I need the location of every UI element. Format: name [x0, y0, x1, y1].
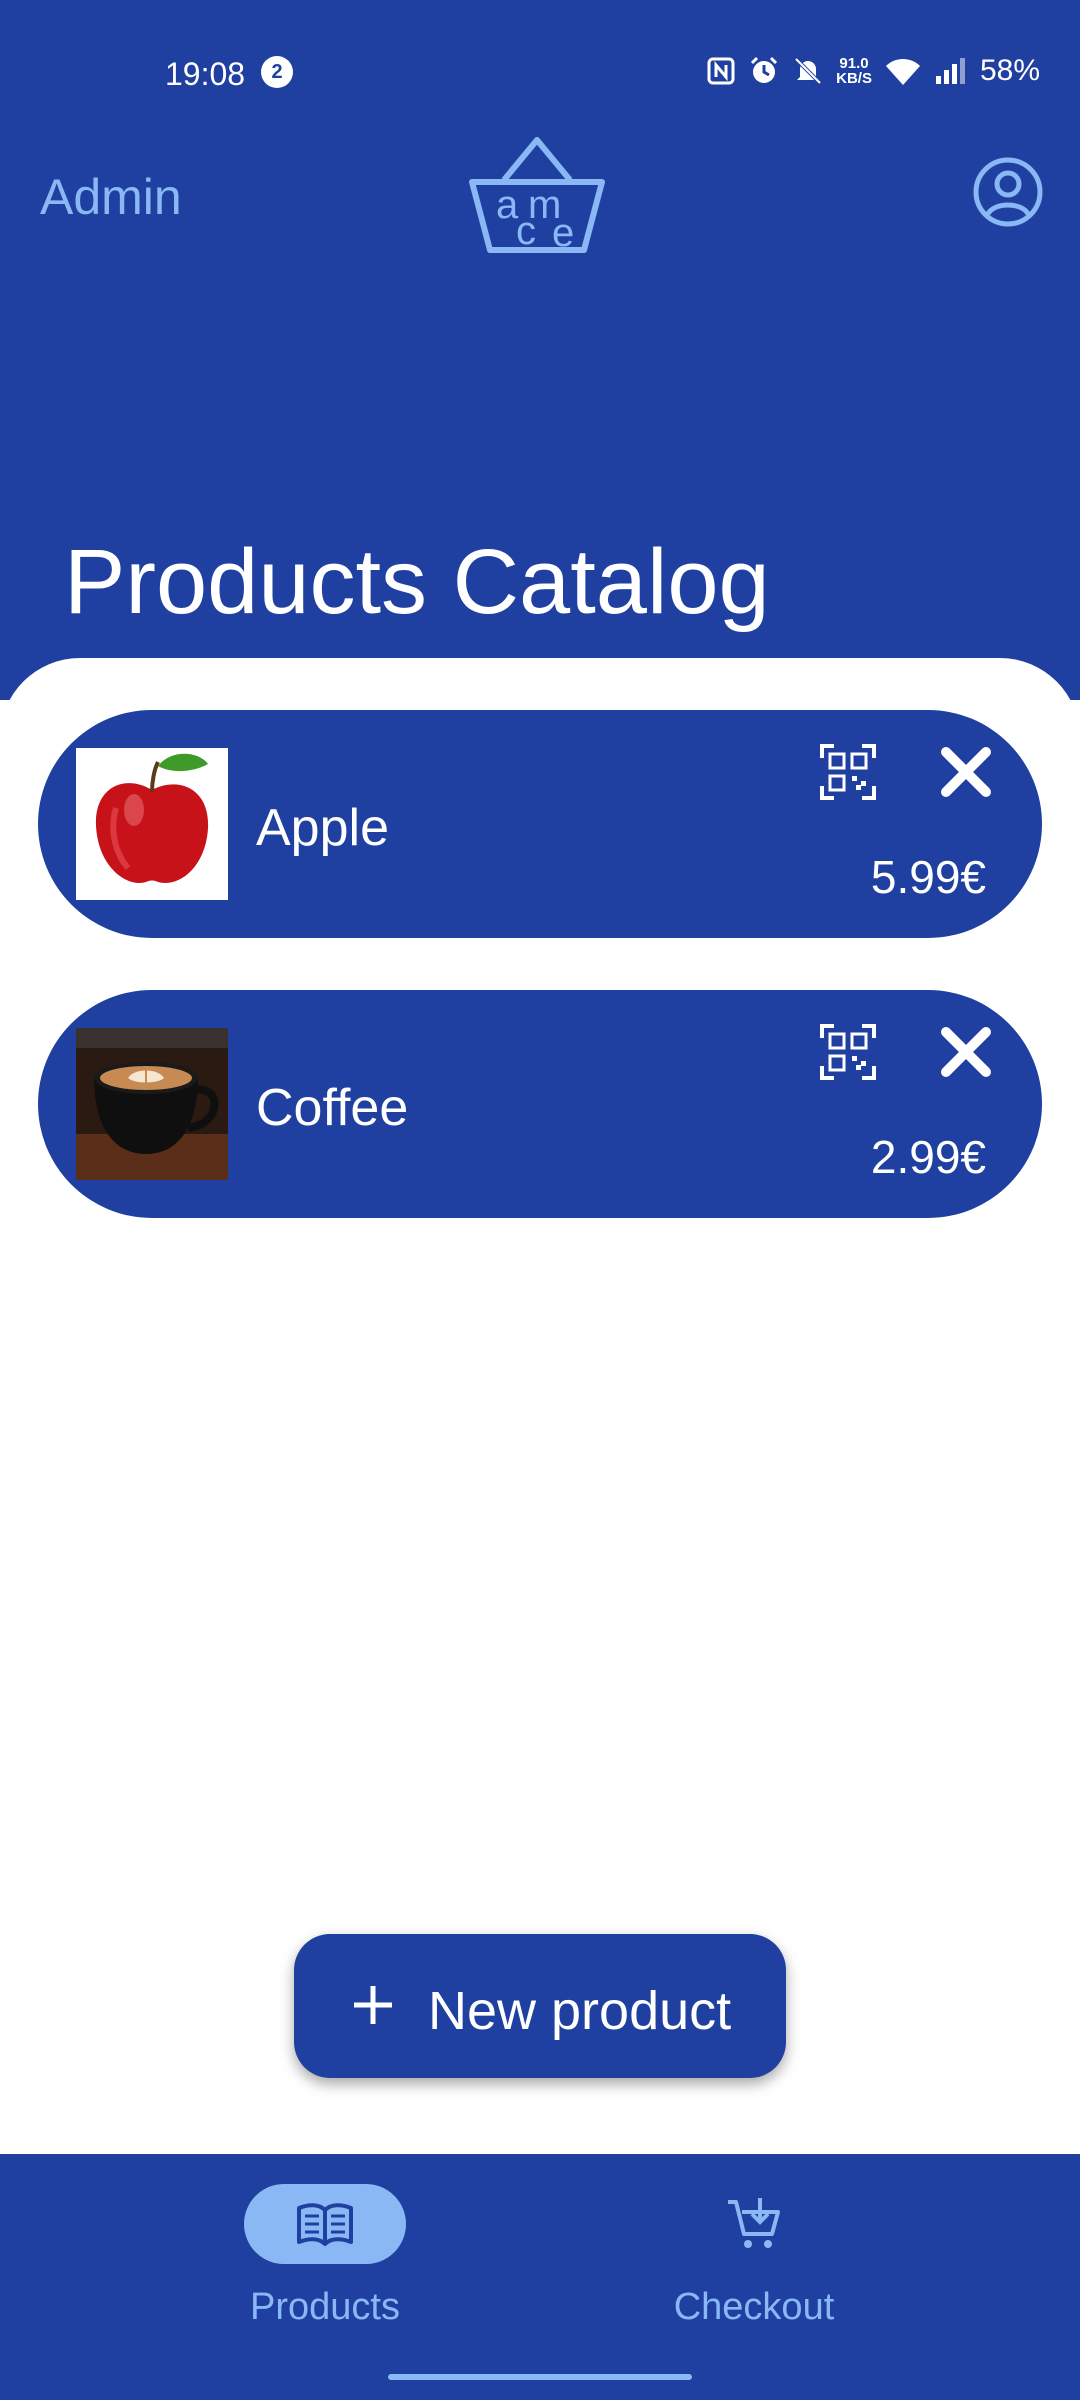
qr-code-icon	[820, 1024, 876, 1080]
product-price: 5.99€	[870, 851, 986, 903]
qr-code-icon	[820, 744, 876, 800]
close-icon	[941, 1027, 991, 1077]
product-image-apple	[76, 748, 228, 900]
status-time: 19:08	[165, 56, 246, 92]
logo-letter-c: c	[516, 209, 536, 253]
cart-icon	[728, 2198, 780, 2248]
nav-icon-container	[673, 2184, 835, 2264]
nav-label-checkout: Checkout	[673, 2286, 835, 2328]
new-product-button[interactable]: New product	[294, 1934, 786, 2078]
remove-product-button[interactable]	[938, 1024, 994, 1080]
nav-active-indicator	[244, 2184, 406, 2264]
product-card[interactable]: Apple 5.99€	[38, 710, 1042, 938]
product-card[interactable]: Coffee 2.99€	[38, 990, 1042, 1218]
bottom-navigation: Products Checkout	[0, 2154, 1080, 2400]
acme-basket-logo: a m c e	[466, 136, 608, 256]
new-product-label: New product	[428, 1981, 732, 2041]
status-icons: 91.0 KB/S 58%	[706, 54, 1040, 88]
nav-item-products[interactable]: Products	[175, 2184, 475, 2344]
product-price: 2.99€	[870, 1131, 986, 1183]
network-speed-unit: KB/S	[836, 70, 872, 87]
bell-muted-icon	[792, 55, 824, 87]
nfc-icon	[706, 56, 736, 86]
network-speed: 91.0 KB/S	[836, 56, 872, 86]
alarm-icon	[748, 55, 780, 87]
qr-code-button[interactable]	[820, 744, 876, 800]
remove-product-button[interactable]	[938, 744, 994, 800]
page-title: Products Catalog	[64, 531, 770, 633]
plus-icon	[346, 1978, 400, 2032]
nav-item-checkout[interactable]: Checkout	[604, 2184, 904, 2344]
home-indicator[interactable]	[388, 2374, 692, 2380]
wifi-icon	[884, 55, 922, 87]
account-circle-icon	[973, 157, 1043, 227]
nav-label-products: Products	[250, 2286, 400, 2328]
notification-count-badge: 2	[261, 56, 293, 88]
book-icon	[297, 2203, 353, 2246]
signal-icon	[934, 56, 968, 86]
qr-code-button[interactable]	[820, 1024, 876, 1080]
product-name: Coffee	[256, 1079, 409, 1137]
close-icon	[941, 747, 991, 797]
admin-link[interactable]: Admin	[40, 168, 182, 226]
battery-level: 58%	[979, 54, 1040, 87]
product-image-coffee	[76, 1028, 228, 1180]
logo-letter-e: e	[552, 211, 574, 255]
account-profile-button[interactable]	[972, 156, 1044, 228]
product-name: Apple	[256, 799, 389, 857]
